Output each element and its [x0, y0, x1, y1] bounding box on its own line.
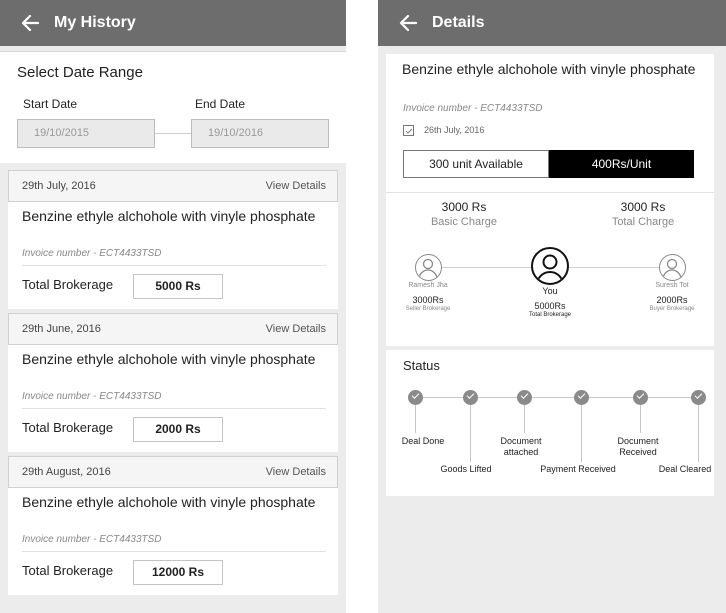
buyer-brokerage-label: Buyer Brokerage	[649, 306, 695, 312]
total-charge-label: Total Charge	[611, 216, 675, 228]
date-range-section: Select Date Range Start Date End Date 19…	[0, 51, 346, 163]
card-body: Benzine ethyle alchohole with vinyle pho…	[8, 488, 338, 595]
card-header: 29th June, 2016 View Details	[8, 313, 338, 345]
details-card: Benzine ethyle alchohole with vinyle pho…	[386, 54, 714, 246]
basic-charge-amount: 3000 Rs	[441, 200, 487, 214]
status-stem	[415, 405, 416, 433]
page-title: Details	[432, 14, 485, 31]
back-arrow-icon[interactable]	[398, 13, 418, 33]
check-icon	[517, 390, 532, 405]
product-name: Benzine ethyle alchohole with vinyle pho…	[402, 61, 696, 77]
total-charge: 3000 Rs Total Charge	[573, 200, 713, 228]
check-icon	[691, 390, 706, 405]
card-body: Benzine ethyle alchohole with vinyle pho…	[8, 202, 338, 309]
view-details-link[interactable]: View Details	[266, 180, 326, 192]
card-date: 29th June, 2016	[22, 323, 101, 335]
card-header: 29th July, 2016 View Details	[8, 170, 338, 202]
seller-brokerage-amount: 3000Rs	[412, 295, 444, 305]
status-step-label: Payment Received	[540, 464, 616, 474]
check-icon	[463, 390, 478, 405]
total-charge-amount: 3000 Rs	[620, 200, 666, 214]
status-step-label: Deal Cleared	[658, 464, 712, 474]
user-icon	[414, 254, 442, 281]
view-details-link[interactable]: View Details	[266, 466, 326, 478]
back-arrow-icon[interactable]	[20, 13, 40, 33]
buyer-party: Suresh Tot 2000Rs Buyer Brokerage	[630, 254, 714, 312]
product-name: Benzine ethyle alchohole with vinyle pho…	[22, 208, 316, 224]
history-app-bar: My History	[0, 0, 346, 46]
status-step-label: Document Received	[617, 436, 659, 457]
start-date-label: Start Date	[23, 97, 78, 111]
status-stem	[698, 405, 699, 462]
status-track	[408, 397, 692, 398]
status-stem	[470, 405, 471, 462]
card-date: 29th July, 2016	[22, 180, 96, 192]
status-section: Status Deal Done Goods Lifted Document a…	[386, 350, 714, 496]
details-screen: Details Benzine ethyle alchohole with vi…	[378, 0, 726, 613]
product-name: Benzine ethyle alchohole with vinyle pho…	[22, 494, 316, 510]
total-brokerage-value: 2000 Rs	[133, 417, 223, 442]
invoice-number: Invoice number - ECT4433TSD	[403, 103, 543, 114]
total-brokerage-label: Total Brokerage	[22, 563, 114, 578]
invoice-number: Invoice number - ECT4433TSD	[22, 248, 162, 259]
status-stem	[581, 405, 582, 462]
unit-rate-box: 400Rs/Unit	[549, 150, 694, 178]
seller-brokerage-label: Seller Brokerage	[405, 306, 451, 312]
history-screen: My History Select Date Range Start Date …	[0, 0, 346, 613]
total-brokerage-label: Total Brokerage	[22, 420, 114, 435]
history-card[interactable]: 29th June, 2016 View Details Benzine eth…	[8, 313, 338, 452]
total-brokerage-value: 12000 Rs	[133, 560, 223, 585]
status-step-label: Deal Done	[401, 436, 445, 446]
status-title: Status	[403, 358, 440, 373]
status-step-label: Document attached	[500, 436, 542, 457]
check-icon	[574, 390, 589, 405]
units-available-box: 300 unit Available	[403, 150, 549, 178]
divider	[22, 265, 326, 266]
check-icon	[633, 390, 648, 405]
check-icon	[408, 390, 423, 405]
basic-charge-label: Basic Charge	[430, 216, 498, 228]
buyer-name: Suresh Tot	[655, 282, 689, 289]
card-header: 29th August, 2016 View Details	[8, 456, 338, 488]
end-date-field[interactable]: 19/10/2016	[191, 119, 329, 148]
basic-charge: 3000 Rs Basic Charge	[394, 200, 534, 228]
seller-party: Ramesh Jha 3000Rs Seller Brokerage	[386, 254, 470, 312]
user-icon	[658, 254, 686, 281]
deal-date: 26th July, 2016	[424, 125, 485, 135]
status-step-label: Goods Lifted	[440, 464, 492, 474]
total-brokerage-label: Total Brokerage	[22, 277, 114, 292]
you-name: You	[542, 286, 558, 296]
page-title: My History	[54, 14, 136, 31]
start-date-field[interactable]: 19/10/2015	[17, 119, 155, 148]
total-brokerage-amount: 5000Rs	[534, 301, 566, 311]
user-icon	[531, 247, 569, 285]
divider	[22, 551, 326, 552]
card-body: Benzine ethyle alchohole with vinyle pho…	[8, 345, 338, 452]
divider	[386, 192, 714, 193]
date-range-title: Select Date Range	[17, 64, 143, 81]
brokerage-parties: Ramesh Jha 3000Rs Seller Brokerage You 5…	[386, 242, 714, 346]
date-range-connector	[155, 133, 191, 134]
invoice-number: Invoice number - ECT4433TSD	[22, 391, 162, 402]
product-name: Benzine ethyle alchohole with vinyle pho…	[22, 351, 316, 367]
card-date: 29th August, 2016	[22, 466, 111, 478]
status-stem	[524, 405, 525, 433]
buyer-brokerage-amount: 2000Rs	[656, 295, 688, 305]
you-party: You 5000Rs Total Brokerage	[508, 247, 592, 318]
divider	[22, 408, 326, 409]
total-brokerage-value: 5000 Rs	[133, 274, 223, 299]
total-brokerage-label: Total Brokerage	[528, 312, 572, 318]
status-stem	[640, 405, 641, 433]
end-date-label: End Date	[195, 97, 246, 111]
calendar-icon	[403, 125, 414, 136]
history-card[interactable]: 29th August, 2016 View Details Benzine e…	[8, 456, 338, 595]
details-app-bar: Details	[378, 0, 726, 46]
invoice-number: Invoice number - ECT4433TSD	[22, 534, 162, 545]
view-details-link[interactable]: View Details	[266, 323, 326, 335]
history-card[interactable]: 29th July, 2016 View Details Benzine eth…	[8, 170, 338, 309]
seller-name: Ramesh Jha	[408, 282, 448, 289]
